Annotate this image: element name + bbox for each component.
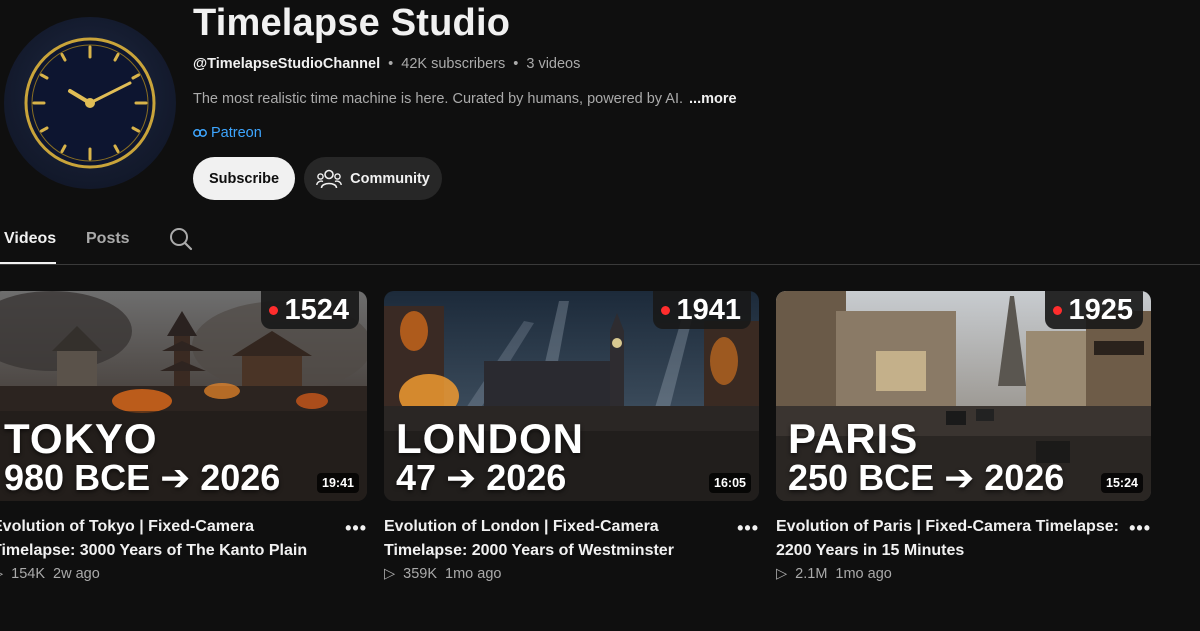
channel-description[interactable]: The most realistic time machine is here.… (193, 91, 737, 107)
more-vertical-icon[interactable]: ••• (1129, 518, 1151, 539)
view-count: 2.1M (795, 566, 828, 582)
description-text: The most realistic time machine is here.… (193, 91, 683, 107)
thumbnail-city: TOKYO (4, 415, 158, 462)
more-vertical-icon[interactable]: ••• (345, 518, 367, 539)
search-icon[interactable] (168, 226, 194, 252)
video-thumbnail[interactable]: 1524 TOKYO 980 BCE ➔ 2026 19:41 (0, 291, 367, 501)
play-icon: ▷ (384, 566, 396, 582)
clock-icon (24, 37, 156, 169)
channel-handle[interactable]: @TimelapseStudioChannel (193, 56, 380, 72)
active-tab-indicator (0, 262, 56, 264)
recording-dot-icon (1053, 305, 1063, 315)
tab-videos[interactable]: Videos (4, 230, 56, 248)
thumbnail-city: LONDON (396, 415, 584, 462)
channel-tabs: Videos Posts (0, 218, 1200, 265)
play-icon: ▷ (776, 566, 788, 582)
channel-avatar (4, 17, 176, 189)
subscriber-count: 42K subscribers (401, 56, 506, 72)
upload-age: 1mo ago (445, 566, 502, 582)
video-title-line: Evolution of Paris | Fixed-Camera Timela… (776, 518, 1119, 535)
video-thumbnail[interactable]: 1941 LONDON 47 ➔ 2026 16:05 (384, 291, 759, 501)
video-title-line: Timelapse: 2000 Years of Westminster (384, 542, 674, 559)
channel-title: Timelapse Studio (193, 2, 511, 44)
link-icon (193, 129, 207, 137)
recording-dot-icon (269, 305, 279, 315)
video-stats: ▷ 359K 1mo ago (384, 566, 501, 582)
channel-meta: @TimelapseStudioChannel • 42K subscriber… (193, 56, 580, 72)
thumbnail-range: 980 BCE ➔ 2026 (4, 457, 281, 498)
video-title-line: Evolution of Tokyo | Fixed-Camera (0, 518, 254, 535)
video-duration: 19:41 (317, 473, 359, 493)
video-title[interactable]: Evolution of Paris | Fixed-Camera Timela… (776, 515, 1126, 563)
video-duration: 15:24 (1101, 473, 1143, 493)
year-label: 1524 (284, 293, 349, 326)
video-stats: ▷ 154K 2w ago (0, 566, 100, 582)
people-icon (316, 169, 343, 188)
year-badge: 1925 (1045, 291, 1143, 329)
thumbnail-city: PARIS (788, 415, 919, 462)
upload-age: 1mo ago (835, 566, 892, 582)
year-badge: 1524 (261, 291, 359, 329)
more-vertical-icon[interactable]: ••• (737, 518, 759, 539)
view-count: 359K (403, 566, 438, 582)
video-duration: 16:05 (709, 473, 751, 493)
separator: • (388, 56, 394, 72)
year-label: 1941 (676, 293, 741, 326)
thumbnail-range: 47 ➔ 2026 (396, 457, 567, 498)
video-title-line: Timelapse: 3000 Years of The Kanto Plain (0, 542, 308, 559)
upload-age: 2w ago (53, 566, 100, 582)
community-button[interactable]: Community (304, 157, 442, 200)
year-badge: 1941 (653, 291, 751, 329)
video-thumbnail[interactable]: 1925 PARIS 250 BCE ➔ 2026 15:24 (776, 291, 1151, 501)
video-title[interactable]: Evolution of London | Fixed-Camera Timel… (384, 515, 714, 563)
video-stats: ▷ 2.1M 1mo ago (776, 566, 892, 582)
recording-dot-icon (661, 305, 671, 315)
year-label: 1925 (1068, 293, 1133, 326)
video-title-line: Evolution of London | Fixed-Camera (384, 518, 659, 535)
community-label: Community (350, 170, 430, 187)
video-title[interactable]: Evolution of Tokyo | Fixed-Camera Timela… (0, 515, 322, 563)
separator: • (513, 56, 519, 72)
play-icon: ▷ (0, 566, 3, 582)
more-link[interactable]: ...more (689, 91, 737, 107)
video-count: 3 videos (526, 56, 581, 72)
video-title-line: 2200 Years in 15 Minutes (776, 542, 965, 559)
subscribe-button[interactable]: Subscribe (193, 157, 295, 200)
channel-link[interactable]: Patreon (193, 125, 262, 141)
tab-posts[interactable]: Posts (86, 230, 130, 248)
link-label: Patreon (211, 125, 262, 141)
thumbnail-range: 250 BCE ➔ 2026 (788, 457, 1065, 498)
view-count: 154K (11, 566, 46, 582)
